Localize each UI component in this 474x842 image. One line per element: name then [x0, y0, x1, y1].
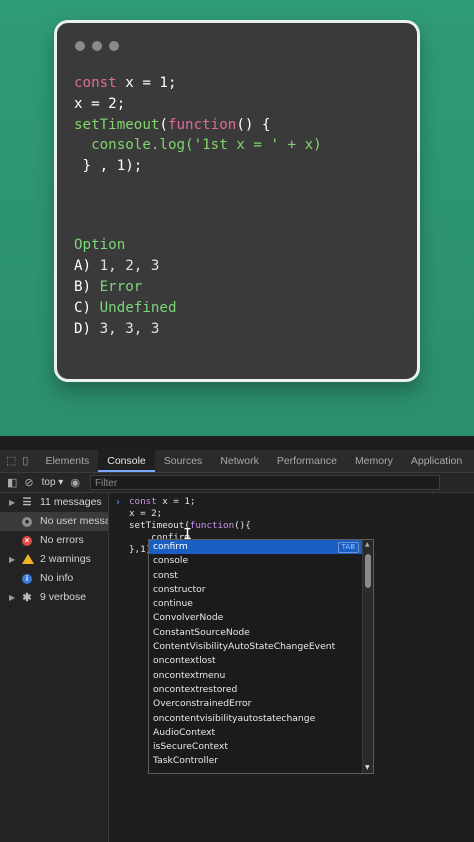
- option-b: B) Error: [74, 279, 142, 295]
- warning-icon: [22, 554, 34, 564]
- code-keyword: function: [167, 116, 237, 133]
- info-icon: i: [22, 574, 32, 584]
- autocomplete-scrollbar[interactable]: ▲ ▼: [362, 540, 373, 773]
- autocomplete-item[interactable]: const: [149, 569, 373, 583]
- console-line: x = 2;: [129, 508, 163, 519]
- scrollbar-thumb[interactable]: [365, 554, 371, 588]
- autocomplete-item[interactable]: AudioContext: [149, 726, 373, 740]
- autocomplete-item[interactable]: oncontextlost: [149, 654, 373, 668]
- option-a: A) 1, 2, 3: [74, 258, 159, 274]
- code-text: setTimeout(: [129, 520, 190, 531]
- option-value: Error: [99, 279, 143, 295]
- code-text: } , 1);: [74, 158, 143, 175]
- code-keyword: const: [129, 496, 157, 507]
- tab-console[interactable]: Console: [98, 450, 155, 472]
- autocomplete-item[interactable]: constructor: [149, 583, 373, 597]
- code-text: (){: [234, 520, 251, 531]
- code-text: console.log('1st x = ' + x): [74, 137, 322, 154]
- tab-memory[interactable]: Memory: [346, 450, 402, 472]
- option-value: Undefined: [99, 300, 177, 316]
- option-label: B): [74, 279, 92, 295]
- autocomplete-item[interactable]: confirm TAB: [149, 540, 373, 555]
- autocomplete-item[interactable]: ConstantSourceNode: [149, 626, 373, 640]
- sidebar-item-warnings[interactable]: ▶ 2 warnings: [0, 550, 108, 569]
- sidebar-item-user-messages[interactable]: ● No user messa...: [0, 512, 108, 531]
- code-text: (: [159, 116, 168, 133]
- bug-icon: ✱: [22, 592, 32, 604]
- sidebar-item-label: No info: [40, 572, 74, 584]
- sidebar-item-info[interactable]: i No info: [0, 569, 108, 588]
- code-text: x = 1;: [116, 75, 177, 91]
- code-text: () {: [236, 116, 271, 133]
- clear-console-icon[interactable]: ⊘: [24, 476, 33, 489]
- options-title: Option: [74, 237, 126, 253]
- device-toolbar-icon[interactable]: ▯: [22, 455, 28, 467]
- devtools-tab-bar: ⬚ ▯ Elements Console Sources Network Per…: [0, 450, 474, 473]
- option-label: D): [74, 321, 92, 337]
- code-function-name: setTimeout: [74, 116, 160, 133]
- user-icon: ●: [22, 517, 32, 527]
- code-snippet: const x = 1; x = 2; setTimeout(function(…: [74, 73, 322, 177]
- sidebar-item-messages[interactable]: ▶ ☰ 11 messages: [0, 493, 108, 512]
- sidebar-item-verbose[interactable]: ▶ ✱ 9 verbose: [0, 588, 108, 607]
- autocomplete-item-label: confirm: [153, 541, 188, 552]
- filter-input[interactable]: Filter: [89, 475, 440, 490]
- sidebar-item-label: No user messa...: [40, 515, 108, 527]
- autocomplete-item[interactable]: ConvolverNode: [149, 611, 373, 625]
- tab-elements[interactable]: Elements: [36, 450, 98, 472]
- context-selector[interactable]: top ▾: [42, 477, 64, 488]
- error-icon: ×: [22, 536, 32, 546]
- window-dot-icon: [75, 41, 85, 51]
- expand-arrow-icon[interactable]: ▶: [9, 550, 15, 569]
- autocomplete-dropdown: confirm TAB console const constructor con…: [148, 539, 374, 774]
- tab-hint-badge: TAB: [337, 542, 359, 553]
- expand-arrow-icon[interactable]: ▶: [9, 493, 15, 512]
- console-sidebar: ▶ ☰ 11 messages ● No user messa... × No …: [0, 493, 109, 842]
- prompt-chevron-icon: ›: [115, 497, 122, 508]
- option-label: C): [74, 300, 92, 316]
- autocomplete-item[interactable]: console: [149, 554, 373, 568]
- tab-sources[interactable]: Sources: [155, 450, 212, 472]
- tab-performance[interactable]: Performance: [268, 450, 346, 472]
- green-background: const x = 1; x = 2; setTimeout(function(…: [0, 0, 474, 436]
- option-d: D) 3, 3, 3: [74, 321, 159, 337]
- sidebar-toggle-icon[interactable]: ◧: [7, 476, 17, 489]
- inspect-element-icon[interactable]: ⬚: [6, 455, 16, 467]
- window-dot-icon: [92, 41, 102, 51]
- list-icon: ☰: [22, 497, 32, 508]
- code-keyword: function: [189, 520, 235, 531]
- autocomplete-item[interactable]: ContentVisibilityAutoStateChangeEvent: [149, 640, 373, 654]
- autocomplete-item[interactable]: isSecureContext: [149, 740, 373, 754]
- code-text: x = 1;: [156, 496, 196, 507]
- expand-arrow-icon[interactable]: ▶: [9, 588, 15, 607]
- autocomplete-item[interactable]: oncontextrestored: [149, 683, 373, 697]
- console-toolbar: ◧ ⊘ top ▾ ◉ Filter: [0, 473, 474, 493]
- autocomplete-item[interactable]: oncontentvisibilityautostatechange: [149, 712, 373, 726]
- console-line: const x = 1;: [129, 496, 195, 507]
- tab-network[interactable]: Network: [211, 450, 268, 472]
- option-value: 1, 2, 3: [99, 258, 160, 274]
- autocomplete-item[interactable]: continue: [149, 597, 373, 611]
- window-dot-icon: [109, 41, 119, 51]
- code-keyword: const: [74, 75, 117, 91]
- sidebar-item-label: 9 verbose: [40, 591, 87, 603]
- autocomplete-item[interactable]: oncontextmenu: [149, 669, 373, 683]
- scroll-down-icon[interactable]: ▼: [365, 764, 370, 771]
- eye-icon[interactable]: ◉: [70, 476, 80, 489]
- code-text: x = 2;: [74, 95, 126, 112]
- scroll-up-icon[interactable]: ▲: [365, 541, 370, 548]
- option-label: A): [74, 258, 92, 274]
- option-c: C) Undefined: [74, 300, 177, 316]
- sidebar-item-label: No errors: [40, 534, 84, 546]
- sidebar-item-label: 11 messages: [40, 496, 102, 508]
- autocomplete-item[interactable]: TaskController: [149, 754, 373, 768]
- autocomplete-item[interactable]: OverconstrainedError: [149, 697, 373, 711]
- window-dots: [75, 41, 119, 51]
- sidebar-item-errors[interactable]: × No errors: [0, 531, 108, 550]
- sidebar-item-label: 2 warnings: [40, 553, 91, 565]
- code-card: const x = 1; x = 2; setTimeout(function(…: [54, 20, 420, 382]
- option-value: 3, 3, 3: [99, 321, 160, 337]
- tab-application[interactable]: Application: [402, 450, 471, 472]
